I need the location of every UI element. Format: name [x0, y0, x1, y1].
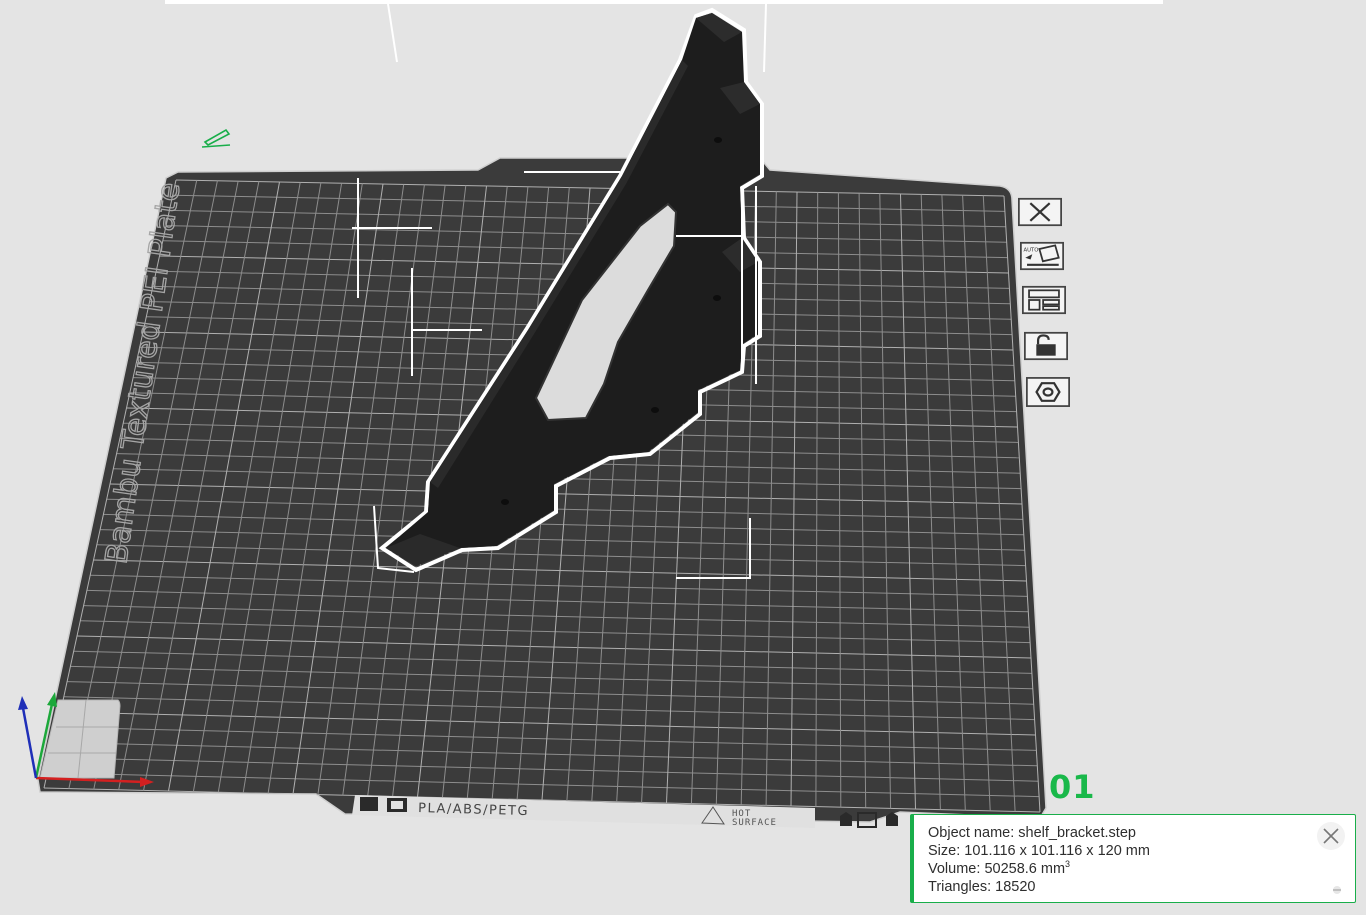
lock-icon: [1024, 331, 1068, 361]
arrange-icon: [1022, 285, 1066, 315]
hexagon-settings-icon: [1026, 377, 1070, 407]
volume-row: Volume: 50258.6 mm3: [928, 860, 1355, 878]
close-plate-button[interactable]: [1018, 196, 1062, 228]
triangles-value: 18520: [995, 879, 1036, 895]
auto-orient-icon: AUTO: [1020, 241, 1064, 271]
svg-text:AUTO: AUTO: [1024, 248, 1039, 254]
lock-button[interactable]: [1024, 330, 1068, 362]
arrange-button[interactable]: [1022, 284, 1066, 316]
triangles-label: Triangles:: [928, 879, 992, 895]
plate-number: 01: [1049, 768, 1096, 806]
close-icon: [1323, 828, 1339, 844]
size-value: 101.116 x 101.116 x 120 mm: [964, 843, 1150, 859]
auto-orient-button[interactable]: AUTO: [1020, 240, 1064, 272]
hot-surface-line2: SURFACE: [732, 818, 777, 828]
minus-icon: [1333, 886, 1341, 894]
plate-settings-button[interactable]: [1026, 376, 1070, 408]
size-label: Size:: [928, 843, 961, 859]
close-icon: [1018, 197, 1062, 227]
3d-viewport[interactable]: Bambu Textured PEI Plate PLA/ABS/PETG HO…: [0, 0, 1366, 915]
size-row: Size: 101.116 x 101.116 x 120 mm: [928, 842, 1355, 860]
edit-plate-name-icon[interactable]: [201, 128, 231, 148]
volume-label: Volume:: [928, 861, 981, 877]
info-collapse-button[interactable]: [1331, 886, 1343, 894]
info-close-button[interactable]: [1317, 822, 1345, 850]
object-name-label: Object name:: [928, 825, 1015, 841]
plate-material-label: PLA/ABS/PETG: [418, 801, 529, 819]
top-bar: [165, 0, 1163, 4]
triangles-row: Triangles: 18520: [928, 878, 1355, 896]
volume-unit-superscript: 3: [1065, 859, 1071, 870]
object-name-row: Object name: shelf_bracket.step: [928, 824, 1355, 842]
object-name-value: shelf_bracket.step: [1018, 825, 1136, 841]
object-info-panel: Object name: shelf_bracket.step Size: 10…: [910, 814, 1356, 903]
volume-value: 50258.6 mm: [984, 861, 1066, 877]
